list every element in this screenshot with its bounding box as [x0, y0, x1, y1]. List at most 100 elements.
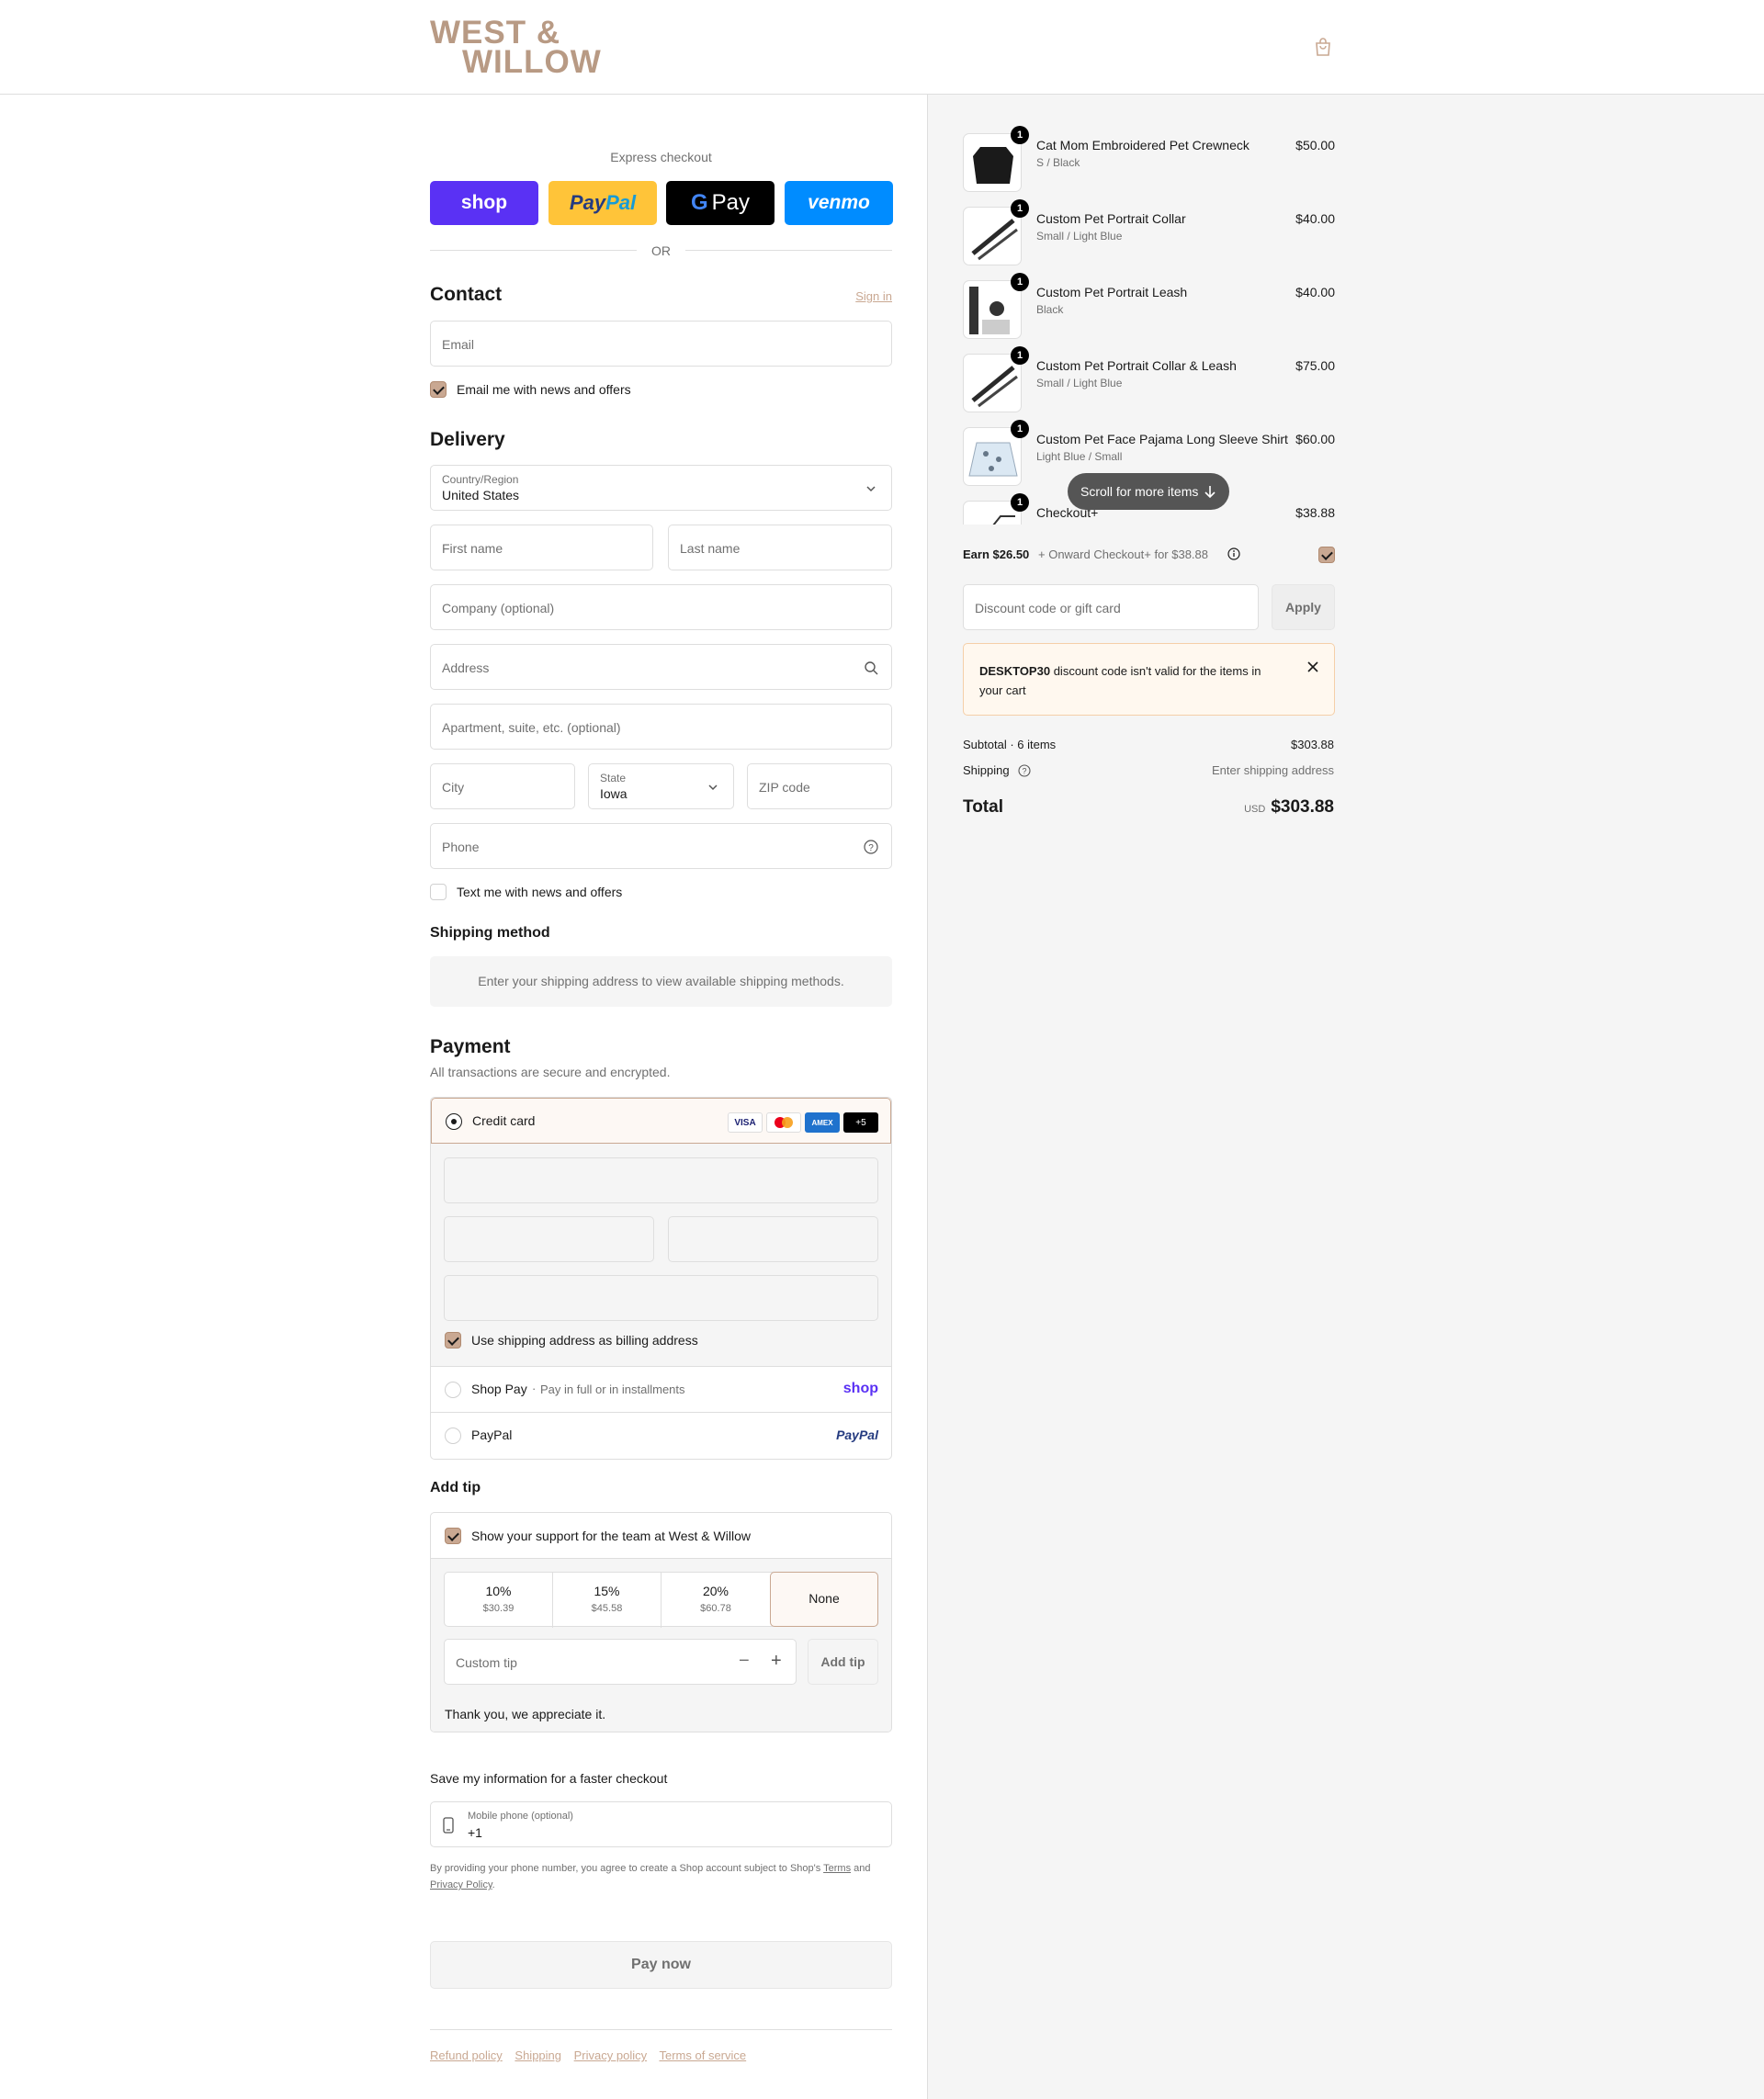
country-select[interactable]: Country/Region United States: [430, 465, 892, 511]
add-tip-button[interactable]: Add tip: [808, 1639, 878, 1685]
tip-support-row[interactable]: Show your support for the team at West &…: [431, 1513, 891, 1559]
item-name: Custom Pet Portrait Collar & Leash: [1036, 358, 1237, 373]
text-news-checkbox[interactable]: [430, 884, 447, 900]
refund-policy-link[interactable]: Refund policy: [430, 2048, 503, 2062]
shop-pay-radio[interactable]: [445, 1382, 461, 1398]
first-name-field[interactable]: First name: [430, 525, 653, 570]
paypal-logo: PayPal: [836, 1428, 878, 1442]
company-placeholder: Company (optional): [442, 601, 555, 615]
arrow-down-icon: [1204, 486, 1216, 499]
shop-pay-express-button[interactable]: shop: [430, 181, 538, 225]
brand-line-2: WILLOW: [462, 44, 602, 80]
tip-support-label: Show your support for the team at West &…: [471, 1529, 751, 1543]
paypal-option[interactable]: PayPal PayPal: [431, 1413, 891, 1459]
credit-card-option[interactable]: Credit card VISA AMEX +5: [431, 1098, 891, 1144]
tip-options: 10% $30.39 15% $45.58 20% $60.78 None: [444, 1572, 878, 1628]
tip-support-checkbox[interactable]: [445, 1528, 461, 1544]
company-field[interactable]: Company (optional): [430, 584, 892, 630]
footer-divider: [430, 2029, 892, 2030]
item-name: Custom Pet Portrait Leash: [1036, 285, 1188, 299]
phone-field[interactable]: Phone ?: [430, 823, 892, 869]
total-value: $303.88: [1271, 797, 1334, 817]
tip-thanks-text: Thank you, we appreciate it.: [445, 1707, 606, 1721]
shop-pay-sublabel: Pay in full or in installments: [540, 1382, 685, 1396]
privacy-policy-footer-link[interactable]: Privacy policy: [574, 2048, 647, 2062]
tip-amount: $30.39: [482, 1603, 514, 1614]
item-name: Custom Pet Portrait Collar: [1036, 211, 1186, 226]
city-placeholder: City: [442, 780, 465, 795]
terms-link[interactable]: Terms: [823, 1863, 851, 1874]
zip-placeholder: ZIP code: [759, 780, 810, 795]
help-circle-icon[interactable]: ?: [1018, 764, 1031, 777]
onward-checkout-row: Earn $26.50 + Onward Checkout+ for $38.8…: [963, 546, 1335, 564]
item-price: $40.00: [1295, 211, 1335, 226]
tip-option-15[interactable]: 15% $45.58: [553, 1573, 662, 1628]
product-thumbnail: [963, 280, 1022, 339]
earn-description: + Onward Checkout+ for $38.88: [1038, 547, 1209, 561]
express-checkout-buttons: shop Pay Pal G Pay venmo: [430, 181, 893, 225]
plus-icon[interactable]: +: [771, 1651, 782, 1672]
tip-option-10[interactable]: 10% $30.39: [445, 1573, 553, 1628]
venmo-express-button[interactable]: venmo: [785, 181, 893, 225]
shop-pay-label: Shop Pay: [471, 1382, 527, 1396]
more-cards-badge: +5: [843, 1112, 878, 1133]
card-number-field[interactable]: [444, 1157, 878, 1203]
email-news-checkbox[interactable]: [430, 381, 447, 398]
paypal-radio[interactable]: [445, 1428, 461, 1444]
discount-code-field[interactable]: Discount code or gift card: [963, 584, 1259, 630]
onward-checkout-checkbox[interactable]: [1318, 547, 1335, 563]
billing-same-checkbox[interactable]: [445, 1332, 461, 1349]
cart-item: 1 Custom Pet Portrait Collar & Leash Sma…: [963, 346, 1335, 418]
add-tip-title: Add tip: [430, 1480, 481, 1495]
mobile-phone-field[interactable]: Mobile phone (optional) +1: [430, 1801, 892, 1847]
google-pay-express-button[interactable]: G Pay: [666, 181, 775, 225]
sign-in-link[interactable]: Sign in: [855, 289, 892, 303]
custom-tip-field[interactable]: Custom tip − +: [444, 1639, 797, 1685]
credit-card-radio[interactable]: [446, 1113, 462, 1130]
security-code-field[interactable]: [668, 1216, 878, 1262]
cart-items-list[interactable]: 1 Cat Mom Embroidered Pet Crewneck S / B…: [956, 124, 1351, 525]
discount-error-text: DESKTOP30 discount code isn't valid for …: [979, 661, 1283, 700]
chevron-down-icon: [708, 784, 718, 791]
city-field[interactable]: City: [430, 763, 575, 809]
save-info-disclaimer: By providing your phone number, you agre…: [430, 1863, 871, 1890]
apartment-placeholder: Apartment, suite, etc. (optional): [442, 720, 621, 735]
paypal-express-button[interactable]: Pay Pal: [548, 181, 657, 225]
shipping-policy-link[interactable]: Shipping: [514, 2048, 561, 2062]
tip-option-none[interactable]: None: [770, 1572, 878, 1627]
pay-now-button[interactable]: Pay now: [430, 1941, 892, 1989]
last-name-field[interactable]: Last name: [668, 525, 892, 570]
item-name: Custom Pet Face Pajama Long Sleeve Shirt: [1036, 432, 1288, 446]
tip-option-20[interactable]: 20% $60.78: [662, 1573, 770, 1628]
brand-logo[interactable]: WEST & WILLOW: [430, 17, 601, 79]
zip-field[interactable]: ZIP code: [747, 763, 892, 809]
address-field[interactable]: Address: [430, 644, 892, 690]
tip-percent: None: [808, 1591, 840, 1606]
product-thumbnail: [963, 133, 1022, 192]
email-field[interactable]: Email: [430, 321, 892, 367]
shopping-bag-icon[interactable]: [1314, 37, 1332, 57]
item-price: $50.00: [1295, 138, 1335, 152]
privacy-policy-link[interactable]: Privacy Policy: [430, 1879, 492, 1890]
item-variant: Light Blue / Small: [1036, 450, 1123, 463]
scroll-more-items-button[interactable]: Scroll for more items: [1068, 473, 1229, 510]
name-on-card-field[interactable]: [444, 1275, 878, 1321]
minus-icon[interactable]: −: [739, 1651, 750, 1672]
help-circle-icon[interactable]: ?: [864, 840, 878, 854]
expiration-field[interactable]: [444, 1216, 654, 1262]
credit-card-form: Use shipping address as billing address: [431, 1144, 891, 1367]
last-name-placeholder: Last name: [680, 541, 741, 556]
apply-discount-button[interactable]: Apply: [1272, 584, 1335, 630]
mobile-phone-icon: [443, 1817, 454, 1834]
country-label: Country/Region: [442, 473, 519, 486]
amex-icon: AMEX: [805, 1112, 840, 1133]
visa-icon: VISA: [728, 1112, 763, 1133]
apartment-field[interactable]: Apartment, suite, etc. (optional): [430, 704, 892, 750]
state-select[interactable]: State Iowa: [588, 763, 734, 809]
state-label: State: [600, 772, 627, 784]
tip-options-area: 10% $30.39 15% $45.58 20% $60.78 None Cu…: [431, 1559, 891, 1732]
close-icon[interactable]: [1307, 661, 1318, 672]
info-icon[interactable]: [1227, 547, 1240, 560]
terms-of-service-link[interactable]: Terms of service: [660, 2048, 747, 2062]
shop-pay-option[interactable]: Shop Pay · Pay in full or in installment…: [431, 1367, 891, 1413]
